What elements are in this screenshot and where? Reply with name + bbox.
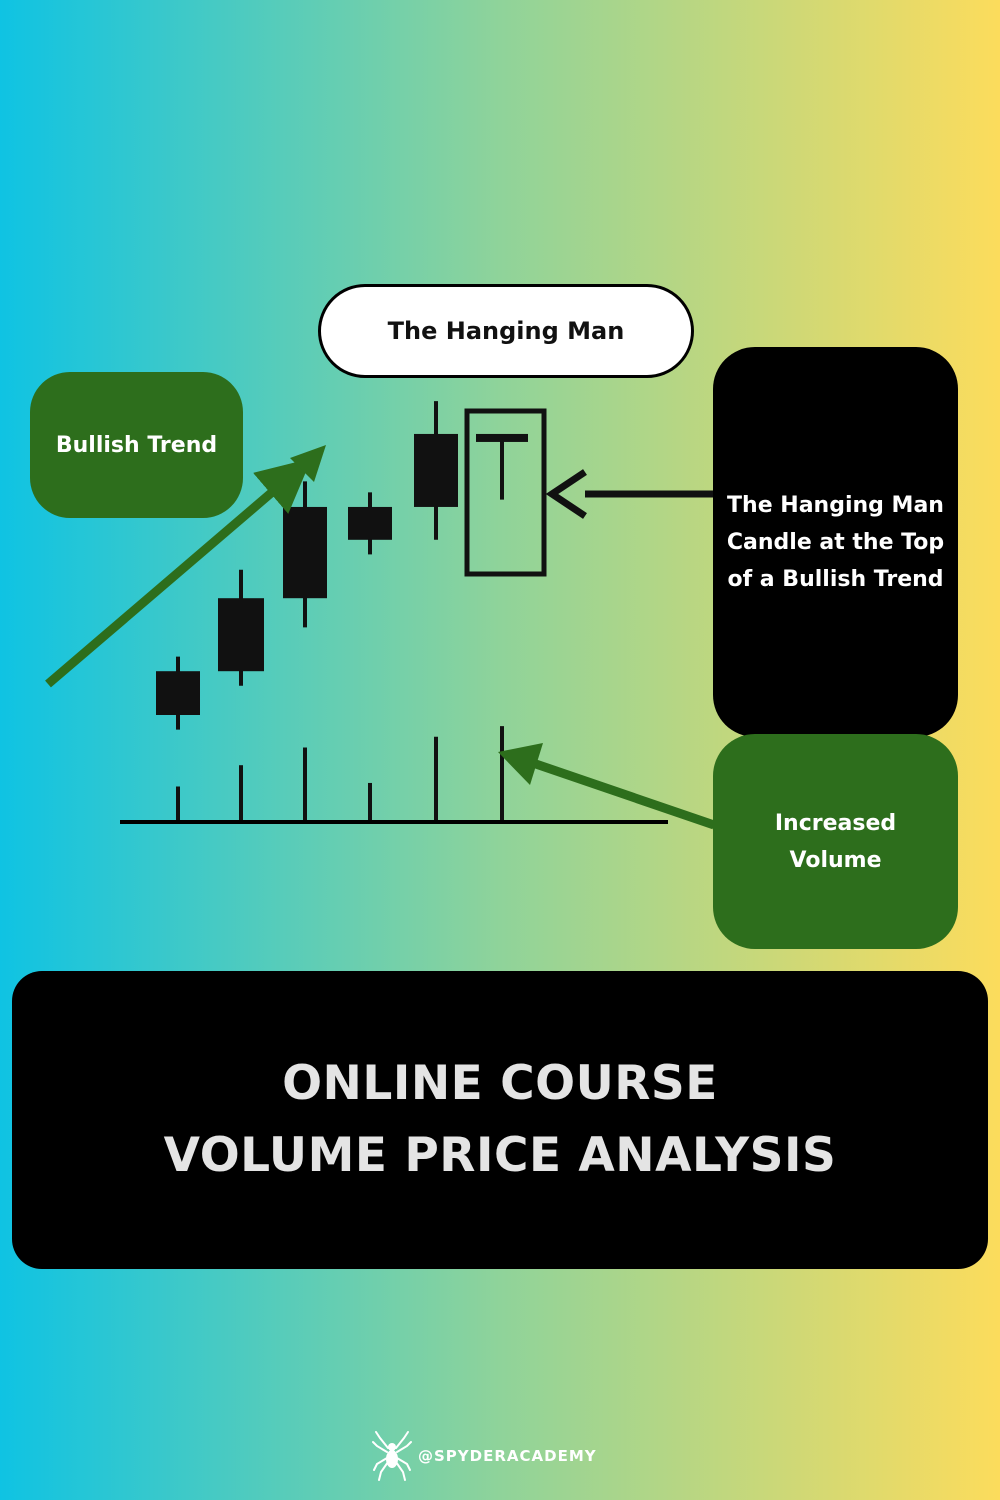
- volume-pointer-arrow: [528, 757, 716, 830]
- bullish-trend-label: Bullish Trend: [55, 432, 218, 458]
- brand-handle-text: @SPYDERACADEMY: [418, 1447, 597, 1465]
- volume-bars: [176, 726, 504, 822]
- title-label: The Hanging Man: [387, 317, 625, 345]
- brand-handle[interactable]: @SPYDERACADEMY: [372, 1430, 597, 1482]
- spider-icon: [372, 1431, 412, 1481]
- candle-body: [414, 433, 458, 507]
- volume-pointer-arrowhead: [498, 743, 543, 785]
- increased-volume-callout: Increased Volume: [713, 734, 958, 949]
- title-pill: The Hanging Man: [318, 284, 694, 378]
- candle-body: [218, 598, 264, 672]
- bullish-trend-callout: Bullish Trend: [30, 372, 243, 518]
- banner-line-2: VOLUME PRICE ANALYSIS: [163, 1128, 837, 1183]
- hanging-man-callout: The Hanging Man Candle at the Top of a B…: [713, 347, 958, 737]
- banner-line-1: ONLINE COURSE: [282, 1056, 718, 1111]
- hanging-man-pointer-arrowhead: [545, 469, 587, 519]
- hanging-man-description: The Hanging Man Candle at the Top of a B…: [726, 492, 945, 592]
- hanging-man-candle: [476, 433, 528, 442]
- candle-body: [283, 506, 327, 599]
- candle-body: [156, 671, 200, 715]
- course-banner[interactable]: ONLINE COURSE VOLUME PRICE ANALYSIS: [12, 971, 988, 1269]
- increased-volume-label: Increased Volume: [774, 810, 897, 873]
- candle-body: [348, 506, 392, 540]
